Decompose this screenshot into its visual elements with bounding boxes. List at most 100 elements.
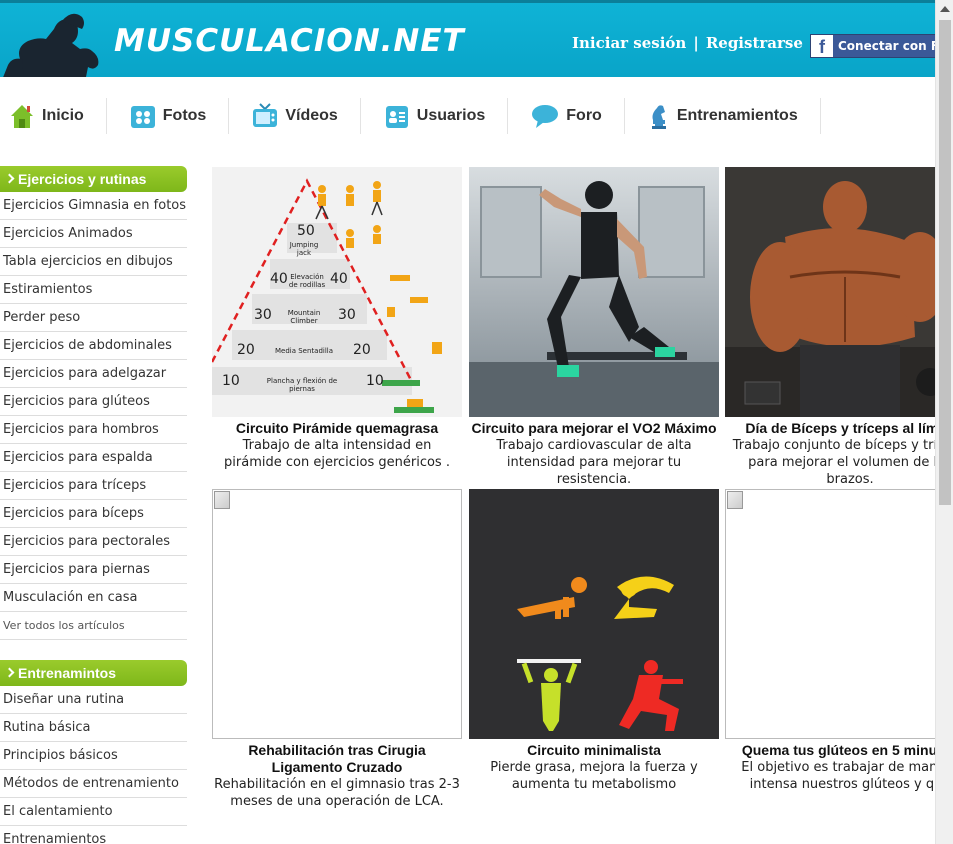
facebook-icon: f [811,35,833,57]
article-title[interactable]: Circuito minimalista [469,742,719,759]
article-thumbnail[interactable] [725,167,935,417]
pyramid-number: 30 [254,307,272,323]
facebook-connect-button[interactable]: f Conectar con Facebook [810,34,935,58]
sidebar-item[interactable]: Diseñar una rutina [0,686,187,714]
article-description: El objetivo es trabajar de manera intens… [741,760,935,792]
sidebar-section-title[interactable]: Entrenamintos [0,660,187,686]
article-card[interactable]: 50 Jumping jack 40 Elevación de rodillas… [212,167,462,471]
site-logo[interactable]: MUSCULACION.NET [114,23,465,59]
article-description: Pierde grasa, mejora la fuerza y aumenta… [490,760,698,792]
sidebar-item[interactable]: Perder peso [0,304,187,332]
article-title[interactable]: Circuito Pirámide quemagrasa [212,420,462,437]
pyramid-exercise: Media Sentadilla [274,347,334,355]
auth-separator: | [693,34,699,52]
chess-icon [651,105,666,129]
article-card[interactable]: Quema tus glúteos en 5 minutos El objeti… [725,489,935,793]
article-card[interactable]: Rehabilitación tras Cirugia Ligamento Cr… [212,489,462,810]
sidebar-item[interactable]: Ejercicios para hombros [0,416,187,444]
nav-item-entrenamientos[interactable]: Entrenamientos [625,98,821,134]
auth-links: Iniciar sesión | Registrarse [572,34,803,52]
register-link[interactable]: Registrarse [706,34,803,52]
pyramid-number: 50 [297,223,315,239]
pyramid-exercise: Elevación de rodillas [288,273,326,289]
sidebar: Ejercicios y rutinas Ejercicios Gimnasia… [0,166,187,844]
minimalist-exercises-image [517,576,683,731]
nav-label: Vídeos [285,107,338,124]
scrollbar-thumb[interactable] [939,20,951,505]
sidebar-item[interactable]: Ejercicios para bíceps [0,500,187,528]
login-link[interactable]: Iniciar sesión [572,34,686,52]
page-scrollbar[interactable] [935,0,953,844]
nav-label: Usuarios [416,107,486,124]
nav-label: Entrenamientos [676,107,798,124]
see-all-articles-link[interactable]: Ver todos los artículos [0,612,187,640]
sidebar-item[interactable]: Ejercicios Gimnasia en fotos [0,192,187,220]
nav-label: Foro [566,107,602,124]
nav-item-videos[interactable]: Vídeos [229,98,361,134]
forum-icon [532,105,559,128]
site-header: MUSCULACION.NET Iniciar sesión | Registrar… [0,0,935,77]
broken-image-icon[interactable] [212,489,462,739]
pyramid-number: 40 [330,271,348,287]
sidebar-item[interactable]: Ejercicios Animados [0,220,187,248]
article-description: Trabajo de alta intensidad en pirámide c… [224,438,450,470]
sidebar-item[interactable]: Principios básicos [0,742,187,770]
article-title[interactable]: Quema tus glúteos en 5 minutos [725,742,935,759]
sidebar-item[interactable]: Musculación en casa [0,584,187,612]
sidebar-item[interactable]: Ejercicios para piernas [0,556,187,584]
article-title[interactable]: Rehabilitación tras Cirugia Ligamento Cr… [212,742,462,776]
articles-grid: 50 Jumping jack 40 Elevación de rodillas… [212,167,935,844]
sidebar-item[interactable]: El calentamiento [0,798,187,826]
pyramid-number: 10 [222,373,240,389]
pyramid-exercise: Plancha y flexión de piernas [266,377,338,393]
article-card[interactable]: Circuito para mejorar el VO2 Máximo Trab… [469,167,719,488]
photos-icon [130,106,155,128]
facebook-connect-label: Conectar con Facebook [838,39,935,53]
sidebar-section-title[interactable]: Ejercicios y rutinas [0,166,187,192]
article-description: Trabajo cardiovascular de alta intensida… [496,438,692,487]
logo-athlete-icon[interactable] [2,7,112,77]
runner-photo [469,167,719,417]
nav-label: Fotos [162,107,207,124]
article-description: Rehabilitación en el gimnasio tras 2-3 m… [214,777,460,809]
article-title[interactable]: Circuito para mejorar el VO2 Máximo [469,420,719,437]
nav-item-usuarios[interactable]: Usuarios [361,98,509,134]
article-thumbnail[interactable]: 50 Jumping jack 40 Elevación de rodillas… [212,167,462,417]
article-title[interactable]: Día de Bíceps y tríceps al límite [725,420,935,437]
sidebar-item[interactable]: Ejercicios de abdominales [0,332,187,360]
sidebar-list-entrenamientos: Diseñar una rutina Rutina básica Princip… [0,686,187,844]
article-card[interactable]: Circuito minimalista Pierde grasa, mejor… [469,489,719,793]
pyramid-labels: 50 Jumping jack 40 Elevación de rodillas… [212,167,462,417]
sidebar-item[interactable]: Estiramientos [0,276,187,304]
pyramid-exercise: Mountain Climber [287,309,321,325]
nav-item-fotos[interactable]: Fotos [107,98,230,134]
bodybuilder-photo [725,167,935,417]
sidebar-item[interactable]: Métodos de entrenamiento [0,770,187,798]
article-thumbnail[interactable] [469,167,719,417]
pyramid-number: 30 [338,307,356,323]
article-thumbnail[interactable] [469,489,719,739]
broken-image-icon[interactable] [725,489,935,739]
sidebar-item[interactable]: Ejercicios para espalda [0,444,187,472]
sidebar-list-ejercicios: Ejercicios Gimnasia en fotos Ejercicios … [0,192,187,640]
tv-icon [253,103,278,127]
article-description: Trabajo conjunto de bíceps y tríceps par… [732,438,935,487]
users-icon [385,106,408,128]
sidebar-item[interactable]: Ejercicios para pectorales [0,528,187,556]
pyramid-exercise: Jumping jack [289,241,319,257]
nav-item-foro[interactable]: Foro [508,98,625,134]
pyramid-number: 20 [237,342,255,358]
scroll-up-arrow-icon[interactable] [940,6,950,12]
pyramid-number: 10 [366,373,384,389]
pyramid-number: 20 [353,342,371,358]
sidebar-item[interactable]: Ejercicios para adelgazar [0,360,187,388]
nav-item-inicio[interactable]: Inicio [0,98,107,134]
sidebar-item[interactable]: Ejercicios para glúteos [0,388,187,416]
home-icon [11,105,33,128]
article-card[interactable]: Día de Bíceps y tríceps al límite Trabaj… [725,167,935,488]
sidebar-item[interactable]: Entrenamientos [0,826,187,844]
sidebar-item[interactable]: Rutina básica [0,714,187,742]
sidebar-item[interactable]: Tabla ejercicios en dibujos [0,248,187,276]
sidebar-item[interactable]: Ejercicios para tríceps [0,472,187,500]
